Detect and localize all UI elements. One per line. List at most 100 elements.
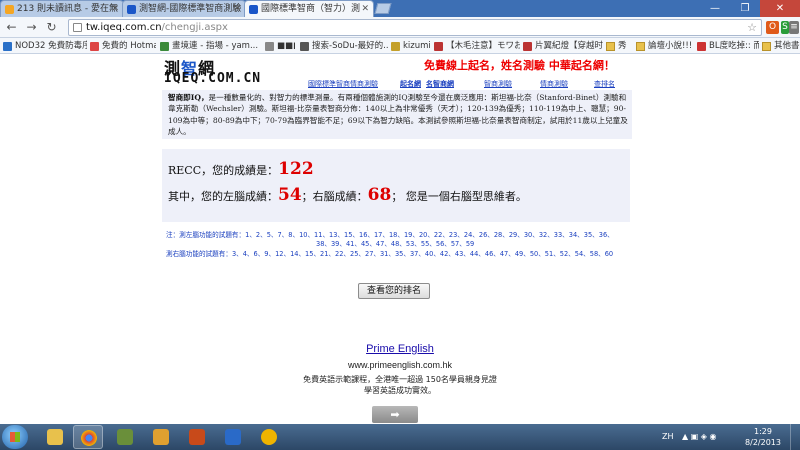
extension-icon[interactable]: S — [781, 21, 789, 34]
bookmark-item[interactable]: 搜索-SoDu-最好的... — [300, 39, 388, 53]
intro-lead: 智商即IQ， — [168, 93, 209, 102]
browser-toolbar: ← → ↻ tw.iqeq.com.cn/chengji.aspx ☆ O S … — [0, 17, 800, 38]
right-brain-label: ；右腦成績： — [301, 190, 368, 203]
tray-icons[interactable]: ▲ ▣ ◈ ◉ — [682, 424, 716, 450]
bookmark-label: 論壇小說!!! — [648, 41, 693, 51]
bookmark-icon — [265, 42, 274, 51]
app-icon — [189, 429, 205, 445]
bookmark-icon — [160, 42, 169, 51]
bookmark-label: 片翼紀燈【穿越时... — [535, 41, 603, 51]
total-score-line: RECC，您的成績是：122 — [168, 159, 314, 179]
bookmark-icon — [391, 42, 400, 51]
bookmark-item[interactable]: 【木毛注意】モワお... — [434, 39, 520, 53]
iq-intro-paragraph: 智商即IQ，是一種數量化的、對智力的標準測量。有兩種個體施測的IQ測驗至今還在廣… — [162, 90, 632, 140]
close-tab-icon[interactable]: ✕ — [361, 1, 369, 17]
url-host: tw.iqeq.com.cn — [86, 22, 162, 33]
maximize-button[interactable]: ❐ — [730, 0, 760, 17]
taskbar-chrome[interactable] — [73, 425, 103, 449]
bookmark-label: 畫境連 - 指場 - yam... — [172, 41, 259, 51]
new-tab-button[interactable] — [374, 3, 392, 14]
menu-icon[interactable]: ≡ — [789, 21, 799, 34]
bookmark-folder[interactable]: 論壇小說!!! — [636, 39, 694, 53]
bookmark-icon — [3, 42, 12, 51]
taskbar-app[interactable] — [254, 425, 284, 449]
bookmark-folder[interactable]: 秀 — [606, 39, 634, 53]
taskbar-app[interactable] — [146, 425, 176, 449]
bookmark-label: 免費的 Hotmail — [102, 41, 156, 51]
favicon-icon — [127, 5, 136, 14]
nav-link-home[interactable]: 國際標準智商情商測驗 — [308, 79, 378, 89]
folder-icon — [47, 429, 63, 445]
forward-button[interactable]: → — [24, 20, 39, 35]
nav-link-ranking[interactable]: 查排名 — [594, 79, 615, 89]
tab-3-active[interactable]: 國際標準智商（智力）測 ✕ — [244, 0, 374, 17]
minimize-button[interactable]: — — [700, 0, 730, 17]
promo-tagline-link[interactable]: 免費線上起名，姓名測驗 中華起名網！ — [424, 57, 615, 73]
total-score-value: 122 — [278, 159, 314, 179]
bookmark-label: BL度吃掉:: 而忘最... — [709, 41, 759, 51]
reload-button[interactable]: ↻ — [44, 20, 59, 35]
bookmark-item[interactable]: kizumi — [391, 39, 431, 53]
left-brain-questions-cont: 38、39、41、45、47、48、53、55、56、57、59 — [316, 240, 475, 248]
ad-url[interactable]: www.primeenglish.com.hk — [0, 360, 800, 370]
left-brain-score: 54 — [278, 185, 302, 205]
back-button[interactable]: ← — [4, 20, 19, 35]
ad-arrow-button[interactable]: ➡ — [372, 406, 418, 423]
close-tab-icon[interactable]: ✕ — [233, 1, 241, 17]
nav-link-naming[interactable]: 起名網 — [400, 79, 421, 89]
close-tab-icon[interactable]: ✕ — [111, 1, 119, 17]
bookmark-item[interactable]: 免費的 Hotmail — [90, 39, 156, 53]
right-brain-questions: 測右腦功能的試題有：3、4、6、9、12、14、15、21、22、25、27、3… — [166, 250, 613, 259]
taskbar-explorer[interactable] — [40, 425, 70, 449]
bookmark-label: 【木毛注意】モワお... — [446, 41, 520, 51]
tab-title: 國際標準智商（智力）測 — [261, 4, 361, 14]
app-icon — [153, 429, 169, 445]
brain-score-line: 其中，您的左腦成績：54；右腦成績：68； 您是一個右腦型思維者。 — [168, 185, 527, 205]
total-score-label: RECC，您的成績是： — [168, 164, 279, 177]
right-questions-label: 測右腦功能的試題有： — [166, 250, 232, 258]
other-bookmarks-folder[interactable]: 其他書籤 — [762, 39, 800, 53]
extension-icon[interactable]: O — [766, 21, 779, 34]
nav-link-name-iq[interactable]: 名智商網 — [426, 79, 454, 89]
nav-link-iq-test[interactable]: 智商測驗 — [484, 79, 512, 89]
bookmark-icon — [523, 42, 532, 51]
clock-time: 1:29 — [754, 427, 772, 436]
left-questions-row1: 1、2、5、7、8、10、11、13、15、16、17、18、19、20、22、… — [245, 231, 614, 239]
taskbar-app[interactable] — [110, 425, 140, 449]
bookmark-item[interactable]: 片翼紀燈【穿越时... — [523, 39, 603, 53]
start-button[interactable] — [2, 425, 28, 449]
tab-title: 測智網-國際標準智商測驗 — [139, 4, 242, 14]
bookmark-item[interactable]: 畫境連 - 指場 - yam... — [160, 39, 262, 53]
language-indicator[interactable]: ZH — [662, 424, 674, 450]
bookmarks-bar: NOD32 免費防毒序... 免費的 Hotmail 畫境連 - 指場 - ya… — [0, 38, 800, 54]
intro-text: 是一種數量化的、對智力的標準測量。有兩種個體施測的IQ測驗至今還在廣泛應用：斯坦… — [168, 93, 628, 136]
taskbar-app[interactable] — [218, 425, 248, 449]
left-brain-questions: 注：測左腦功能的試題有：1、2、5、7、8、10、11、13、15、16、17、… — [166, 231, 614, 240]
taskbar-app[interactable] — [182, 425, 212, 449]
site-logo-english[interactable]: IQEQ.COM.CN — [164, 71, 261, 86]
bookmark-item[interactable]: BL度吃掉:: 而忘最... — [697, 39, 759, 53]
app-icon — [117, 429, 133, 445]
system-clock[interactable]: 1:29 8/2/2013 — [740, 426, 786, 448]
address-bar[interactable]: tw.iqeq.com.cn/chengji.aspx ☆ — [68, 19, 762, 36]
view-ranking-button[interactable]: 查看您的排名 — [358, 283, 430, 299]
bookmark-label: 秀 — [618, 41, 627, 51]
show-desktop-button[interactable] — [790, 424, 800, 450]
nav-link-eq-test[interactable]: 情商測驗 — [540, 79, 568, 89]
bookmark-icon — [300, 42, 309, 51]
app-icon — [261, 429, 277, 445]
tab-1[interactable]: 213 則未讀訊息 - 愛在無 ✕ — [0, 0, 124, 17]
bookmark-icon — [434, 42, 443, 51]
ad-title-link[interactable]: Prime English — [0, 343, 800, 355]
bookmark-item[interactable]: NOD32 免費防毒序... — [3, 39, 87, 53]
app-icon — [225, 429, 241, 445]
bookmark-star-icon[interactable]: ☆ — [747, 20, 757, 35]
close-window-button[interactable]: ✕ — [760, 0, 800, 17]
bookmark-icon — [697, 42, 706, 51]
left-brain-label: 其中，您的左腦成績： — [168, 190, 278, 203]
left-questions-label: 注：測左腦功能的試題有： — [166, 231, 246, 239]
tab-2[interactable]: 測智網-國際標準智商測驗 ✕ — [122, 0, 246, 17]
windows-taskbar: ZH ▲ ▣ ◈ ◉ 1:29 8/2/2013 — [0, 424, 800, 450]
bookmark-item[interactable]: ■■■ — [265, 39, 295, 53]
bookmark-icon — [90, 42, 99, 51]
